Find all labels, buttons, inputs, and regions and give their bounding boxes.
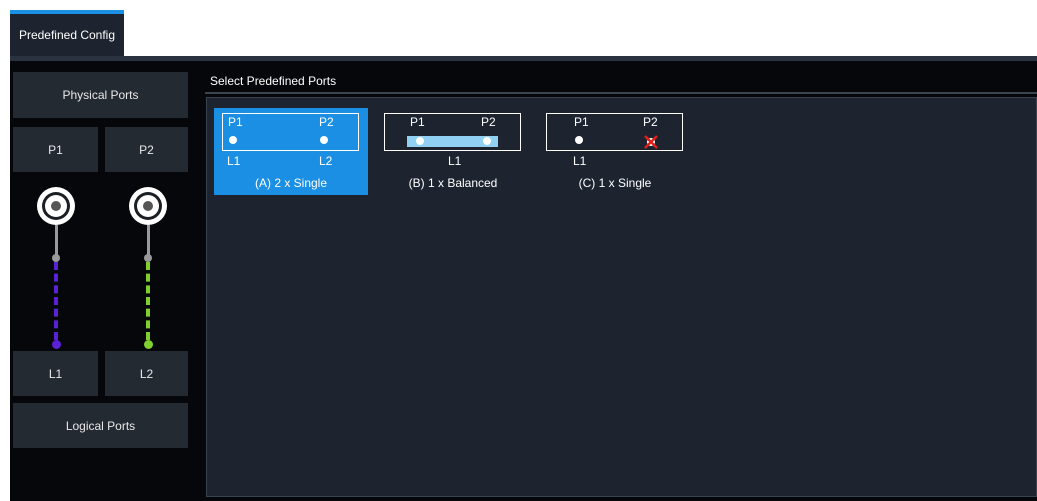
- p2-connector-icon: [129, 187, 167, 225]
- option-a-2x-single[interactable]: P1 P2 L1 L2 (A) 2 x Single: [214, 108, 368, 195]
- select-predefined-ports-title: Select Predefined Ports: [210, 74, 337, 88]
- option-a-l1: L1: [227, 154, 241, 168]
- option-a-p2-dot: [320, 136, 328, 144]
- option-b-diagram: P1 P2: [384, 113, 521, 151]
- p1-stem: [55, 225, 58, 257]
- p1-connector-icon: [37, 187, 75, 225]
- physical-ports-label: Physical Ports: [62, 88, 139, 102]
- option-a-p1: P1: [228, 115, 243, 129]
- p1-label: P1: [48, 142, 63, 157]
- physical-ports-header: Physical Ports: [13, 72, 188, 118]
- l2-end-node: [144, 340, 153, 349]
- option-c-1x-single[interactable]: P1 P2 L1 (C) 1 x Single: [538, 108, 692, 195]
- option-b-l1: L1: [448, 154, 462, 168]
- title-divider: [205, 92, 1037, 94]
- option-b-caption: (B) 1 x Balanced: [408, 176, 498, 190]
- option-b-p2: P2: [481, 115, 496, 129]
- panel-top-divider: [10, 56, 1037, 61]
- option-a-p1-dot: [229, 136, 237, 144]
- l2-dashed-link: [146, 262, 150, 340]
- p2-stem: [147, 225, 150, 257]
- option-a-p2: P2: [319, 115, 334, 129]
- l1-label: L1: [48, 366, 63, 381]
- option-c-caption: (C) 1 x Single: [578, 176, 652, 190]
- option-c-p1-dot: [575, 136, 583, 144]
- option-c-diagram: P1 P2: [546, 113, 683, 151]
- option-a-caption: (A) 2 x Single: [254, 176, 328, 190]
- tab-predefined-config[interactable]: Predefined Config: [10, 10, 124, 56]
- p2-stem-node: [144, 254, 152, 262]
- l1-end-node: [52, 340, 61, 349]
- option-c-p1: P1: [574, 115, 589, 129]
- option-a-l2: L2: [319, 154, 333, 168]
- option-a-diagram: P1 P2: [222, 113, 359, 151]
- l1-dashed-link: [54, 262, 58, 340]
- logical-ports-header: Logical Ports: [13, 403, 188, 448]
- physical-port-p2[interactable]: P2: [105, 127, 188, 172]
- option-b-p2-dot: [483, 137, 491, 145]
- option-c-l1: L1: [573, 154, 587, 168]
- tab-label: Predefined Config: [18, 28, 116, 42]
- option-b-p1: P1: [410, 115, 425, 129]
- logical-ports-label: Logical Ports: [65, 418, 136, 433]
- logical-port-l1[interactable]: L1: [13, 351, 98, 396]
- p2-label: P2: [139, 142, 154, 157]
- option-c-p2-disabled-icon: [644, 135, 658, 149]
- option-c-p2: P2: [643, 115, 658, 129]
- l2-label: L2: [139, 366, 154, 381]
- p1-stem-node: [52, 254, 60, 262]
- option-b-p1-dot: [416, 137, 424, 145]
- option-b-1x-balanced[interactable]: P1 P2 L1 (B) 1 x Balanced: [376, 108, 530, 195]
- physical-port-p1[interactable]: P1: [13, 127, 98, 172]
- logical-port-l2[interactable]: L2: [105, 351, 188, 396]
